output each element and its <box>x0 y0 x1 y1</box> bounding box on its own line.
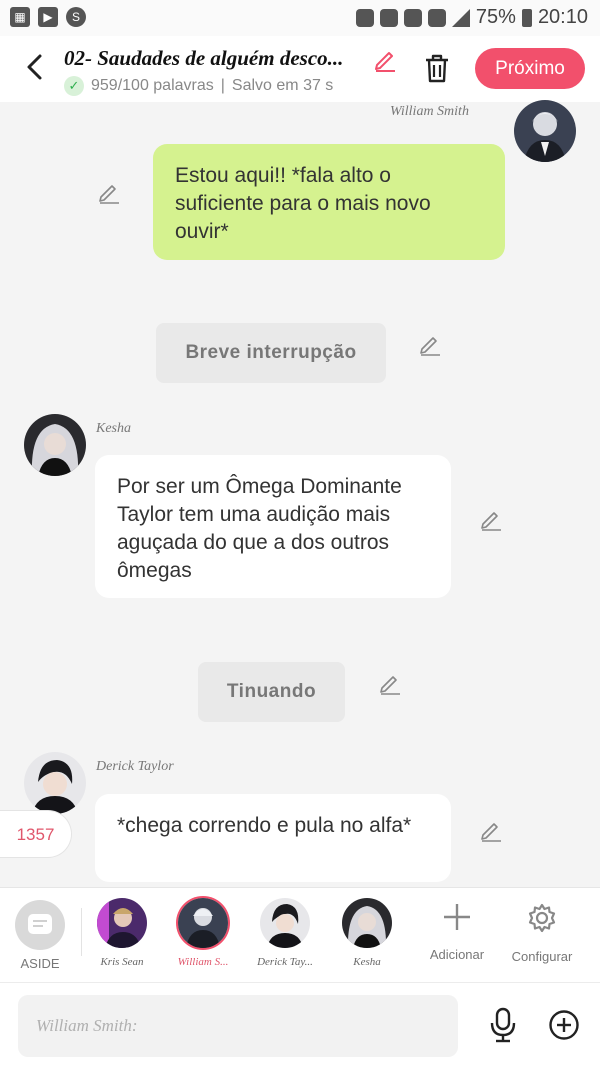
speaker-name: William Smith <box>390 104 469 119</box>
save-status: ✓ 959/100 palavras | Salvo em 37 s <box>64 76 333 96</box>
add-character-button[interactable]: Adicionar <box>417 902 497 962</box>
character-name: Derick Tay... <box>257 956 313 968</box>
avatar <box>260 898 310 948</box>
separator: | <box>220 77 225 94</box>
status-bar: ▦ ▶ S 75% 20:10 <box>0 0 600 36</box>
avatar[interactable] <box>514 100 576 162</box>
message-bubble[interactable]: Por ser um Ômega Dominante Taylor tem um… <box>95 455 451 598</box>
character-name: William S... <box>177 956 229 968</box>
avatar <box>97 898 147 948</box>
battery-icon <box>521 8 532 27</box>
message-input[interactable] <box>18 995 458 1057</box>
delete-button[interactable] <box>422 52 452 84</box>
pencil-icon <box>481 823 501 842</box>
character-name: Kesha <box>353 956 381 968</box>
edit-message-button[interactable] <box>97 180 121 204</box>
message-bubble[interactable]: Estou aqui!! *fala alto o suficiente par… <box>153 144 505 260</box>
speaker-name: Kesha <box>96 421 131 436</box>
edit-message-button[interactable] <box>479 818 503 842</box>
plus-circle-icon <box>549 1010 579 1040</box>
saved-status: Salvo em 37 s <box>231 77 334 94</box>
plus-icon <box>444 904 470 930</box>
shazam-icon: S <box>66 7 86 27</box>
word-count: 959/100 palavras <box>91 77 214 94</box>
pencil-icon <box>375 52 395 72</box>
edit-message-button[interactable] <box>418 332 442 356</box>
clock: 20:10 <box>537 6 588 28</box>
mute-icon <box>403 8 422 27</box>
aside-label: ASIDE <box>20 956 60 971</box>
attach-button[interactable] <box>548 1009 580 1041</box>
pencil-icon <box>380 676 400 695</box>
editor-header: 02- Saudades de alguém desco... ✓ 959/10… <box>0 36 600 102</box>
voice-button[interactable] <box>487 1007 519 1043</box>
pencil-icon <box>481 512 501 531</box>
input-bar <box>0 982 600 1067</box>
character-kris-sean[interactable]: Kris Sean <box>87 898 157 968</box>
settings-button[interactable]: Configurar <box>502 902 582 964</box>
microphone-icon <box>490 1007 516 1043</box>
status-left-icons: ▦ ▶ S <box>10 7 86 27</box>
back-button[interactable] <box>20 50 50 84</box>
message-bubble[interactable]: *chega correndo e pula no alfa* <box>95 794 451 882</box>
pencil-icon <box>99 185 119 204</box>
character-derick-taylor[interactable]: Derick Tay... <box>250 898 320 968</box>
character-bar: ASIDE Kris Sean William S... Derick Tay.… <box>0 887 600 982</box>
character-name: Kris Sean <box>100 956 144 968</box>
edit-title-button[interactable] <box>372 46 398 72</box>
next-button[interactable]: Próximo <box>475 48 585 89</box>
chapter-title[interactable]: 02- Saudades de alguém desco... <box>64 46 364 71</box>
gallery-icon: ▦ <box>10 7 30 27</box>
status-right: 75% 20:10 <box>355 6 588 29</box>
word-count-badge[interactable]: 1357 <box>0 810 72 858</box>
avatar <box>342 898 392 948</box>
avatar <box>178 898 228 948</box>
avatar[interactable] <box>24 414 86 476</box>
divider <box>81 908 82 956</box>
avatar[interactable] <box>24 752 86 814</box>
recycle-icon <box>379 8 398 27</box>
aside-icon <box>28 914 52 934</box>
signal-icon <box>451 8 470 27</box>
add-label: Adicionar <box>429 947 485 962</box>
chevron-left-icon <box>27 54 42 80</box>
settings-label: Configurar <box>511 949 573 964</box>
character-william-smith[interactable]: William S... <box>168 898 238 968</box>
aside-block[interactable]: Breve interrupção <box>156 323 386 383</box>
edit-message-button[interactable] <box>479 507 503 531</box>
gear-icon <box>528 903 556 933</box>
lock-icon <box>355 8 374 27</box>
character-kesha[interactable]: Kesha <box>332 898 402 968</box>
aside-button[interactable] <box>15 900 65 950</box>
pencil-icon <box>420 337 440 356</box>
speaker-name: Derick Taylor <box>96 759 174 774</box>
battery-percent: 75% <box>475 6 516 28</box>
edit-message-button[interactable] <box>378 671 402 695</box>
trash-icon <box>426 54 448 83</box>
check-icon: ✓ <box>64 76 84 96</box>
aside-block[interactable]: Tinuando <box>198 662 345 722</box>
play-store-icon: ▶ <box>38 7 58 27</box>
alarm-icon <box>427 8 446 27</box>
